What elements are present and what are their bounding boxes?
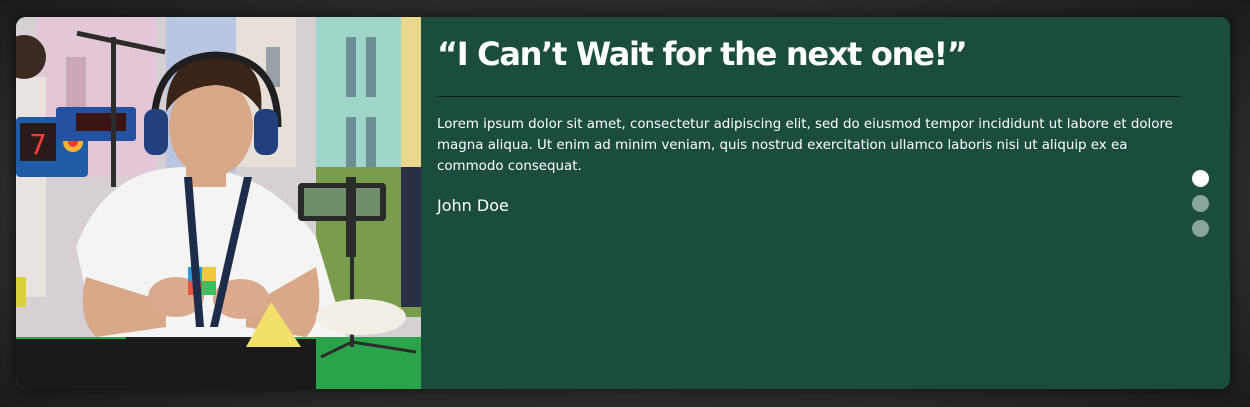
testimonial-content: “I Can’t Wait for the next one!” Lorem i… — [421, 17, 1230, 389]
testimonial-author: John Doe — [437, 196, 509, 215]
testimonial-photo: 7 — [16, 17, 421, 389]
timer-digit: 7 — [30, 128, 47, 161]
testimonial-card: 7 “I Can’t Wait for the next one!” Lorem… — [16, 17, 1230, 389]
pagination-dot-3[interactable] — [1191, 220, 1209, 237]
slider-pagination — [1188, 170, 1212, 245]
testimonial-quote: “I Can’t Wait for the next one!” — [437, 35, 968, 73]
pagination-dot-2[interactable] — [1191, 195, 1209, 212]
testimonial-body: Lorem ipsum dolor sit amet, consectetur … — [437, 117, 1173, 174]
pagination-dot-1[interactable] — [1191, 170, 1209, 187]
divider — [437, 96, 1181, 97]
